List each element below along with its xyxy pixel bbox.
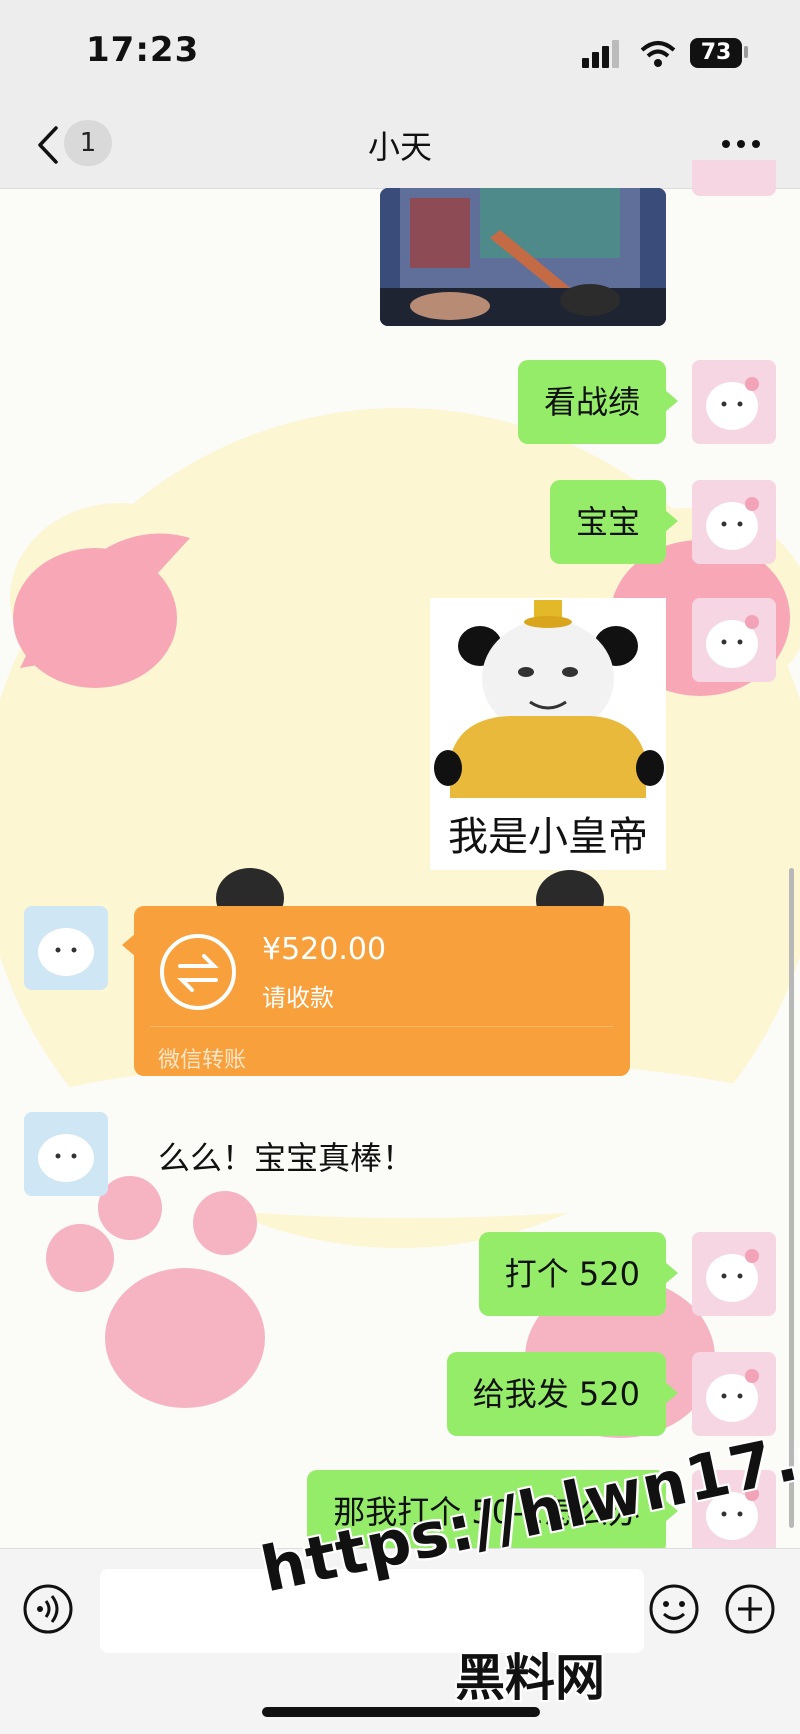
contact-avatar[interactable] (24, 906, 108, 990)
signal-icon (582, 40, 619, 68)
cat-avatar-icon (692, 480, 776, 564)
wifi-icon (640, 41, 676, 67)
my-avatar[interactable] (692, 1232, 776, 1316)
message-bubble-sent[interactable]: 给我发 520 (446, 1352, 679, 1436)
contact-avatar[interactable] (24, 1112, 108, 1196)
message-text: 给我发 520 (472, 1375, 640, 1413)
transfer-footer-label: 微信转账 (158, 1048, 247, 1073)
unread-count-badge: 1 (64, 120, 112, 166)
cat-avatar-icon (24, 906, 108, 990)
transfer-arrows-icon (160, 934, 236, 1010)
image-message[interactable] (380, 188, 666, 326)
transfer-status: 请收款 (262, 984, 334, 1012)
sticker-caption: 我是小皇帝 (448, 814, 648, 860)
my-avatar[interactable] (692, 480, 776, 564)
panda-emperor-sticker-image (434, 600, 664, 798)
emoji-icon (649, 1584, 699, 1634)
chat-title: 小天 (367, 128, 432, 166)
message-bubble-sent[interactable]: 打个 520 (478, 1232, 679, 1316)
voice-input-button[interactable] (22, 1583, 74, 1635)
cat-avatar-icon (692, 360, 776, 444)
emoji-button[interactable] (648, 1583, 700, 1635)
plus-icon (725, 1584, 775, 1634)
watermark-name: 黑料网 (455, 1649, 605, 1707)
cat-avatar-icon (24, 1112, 108, 1196)
my-avatar-partial[interactable] (692, 160, 776, 196)
game-screenshot-image (380, 188, 666, 326)
transfer-card[interactable]: ¥520.00 请收款 微信转账 (122, 906, 630, 1076)
cat-avatar-icon (692, 1352, 776, 1436)
cat-avatar-icon (692, 1232, 776, 1316)
message-bubble-sent[interactable]: 宝宝 (549, 480, 679, 564)
nav-bar: 1 小天 (0, 100, 800, 189)
message-text-received[interactable]: 么么！宝宝真棒！ (158, 1133, 414, 1179)
battery-level: 73 (700, 40, 732, 65)
battery-icon: 73 (690, 38, 742, 68)
my-avatar[interactable] (692, 360, 776, 444)
message-text: 宝宝 (575, 503, 640, 541)
battery-tip (744, 46, 748, 58)
bear-wallpaper-art (0, 408, 800, 1438)
my-avatar[interactable] (692, 1352, 776, 1436)
my-avatar[interactable] (692, 598, 776, 682)
voice-icon (23, 1584, 73, 1634)
more-actions-button[interactable] (724, 1583, 776, 1635)
more-button[interactable] (716, 124, 766, 164)
transfer-amount: ¥520.00 (262, 932, 387, 967)
message-text: 打个 520 (504, 1255, 640, 1293)
transfer-divider (150, 1026, 614, 1027)
message-text: 看战绩 (543, 383, 640, 421)
status-time: 17:23 (86, 30, 200, 70)
chat-wallpaper (0, 188, 800, 1548)
message-bubble-sent[interactable]: 看战绩 (517, 360, 679, 444)
status-bar: 17:23 73 (0, 0, 800, 100)
chevron-left-icon (38, 126, 58, 164)
more-dots-icon (722, 140, 760, 148)
sticker-message[interactable]: 我是小皇帝 (430, 598, 666, 870)
cat-avatar-icon (692, 598, 776, 682)
